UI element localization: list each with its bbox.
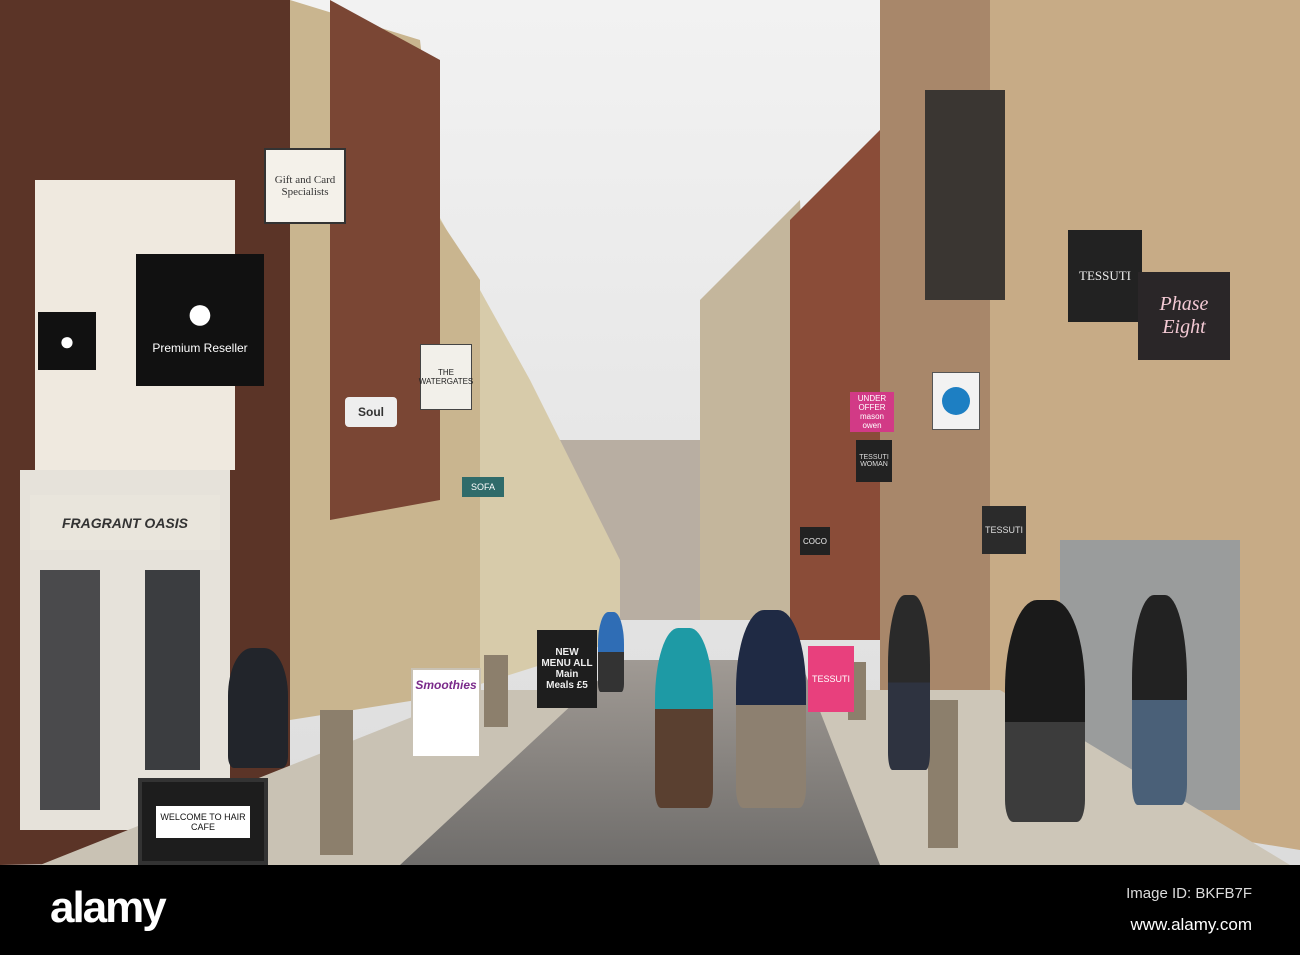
left-window xyxy=(40,570,100,810)
phase-eight-sign: Phase Eight xyxy=(1138,272,1230,360)
smoothies-aboard: Smoothies xyxy=(411,668,481,758)
pedestrian xyxy=(888,595,930,770)
apple-small-sign: ● xyxy=(38,312,96,370)
tessuti-shopfront-sign: TESSUTI xyxy=(982,506,1026,554)
soul-sign: Soul xyxy=(345,397,397,427)
pedestrian xyxy=(1005,600,1085,822)
right-upper-window xyxy=(925,90,1005,300)
tessuti-woman-sign: TESSUTI WOMAN xyxy=(856,440,892,482)
coco-sign: COCO xyxy=(800,527,830,555)
apple-reseller-text: Premium Reseller xyxy=(152,340,248,355)
tessuti-aboard: TESSUTI xyxy=(808,646,854,712)
street-photo: Gift and Card Specialists ● Premium Rese… xyxy=(0,0,1300,865)
round-blue-sign xyxy=(932,372,980,430)
bollard xyxy=(928,700,958,848)
street-scene xyxy=(0,0,1300,865)
left-window-2 xyxy=(145,570,200,770)
watergates-sign: THE WATERGATES xyxy=(419,344,473,410)
seated-man xyxy=(228,648,288,768)
pedestrian xyxy=(1132,595,1187,805)
mason-owen-text: mason owen xyxy=(859,412,884,430)
sofa-sign: SOFA xyxy=(462,477,504,497)
apple-logo-icon: ● xyxy=(185,286,215,340)
pedestrian xyxy=(736,610,806,808)
hair-cafe-text: WELCOME TO HAIR CAFE xyxy=(156,805,250,838)
blue-circle-icon xyxy=(942,387,970,415)
left-building-brick xyxy=(330,0,440,520)
bollard xyxy=(320,710,353,855)
under-offer-sign: UNDER OFFER mason owen xyxy=(850,392,894,432)
image-id: Image ID: BKFB7F xyxy=(1126,885,1252,902)
watermark-bar: alamy Image ID: BKFB7F www.alamy.com xyxy=(0,865,1300,955)
tessuti-hanging-sign: TESSUTI xyxy=(1068,230,1142,322)
bollard xyxy=(484,655,508,727)
under-offer-text: UNDER OFFER xyxy=(857,394,887,412)
menu-chalkboard: NEW MENU ALL Main Meals £5 xyxy=(537,630,597,708)
alamy-url: www.alamy.com xyxy=(1130,915,1252,934)
hair-cafe-board: WELCOME TO HAIR CAFE xyxy=(138,778,268,865)
apple-reseller-sign: ● Premium Reseller xyxy=(136,254,264,386)
fragrant-oasis-sign: FRAGRANT OASIS xyxy=(30,495,220,550)
gift-card-sign: Gift and Card Specialists xyxy=(264,148,346,224)
alamy-logo: alamy xyxy=(50,883,167,932)
pedestrian xyxy=(598,612,624,692)
pedestrian xyxy=(655,628,713,808)
